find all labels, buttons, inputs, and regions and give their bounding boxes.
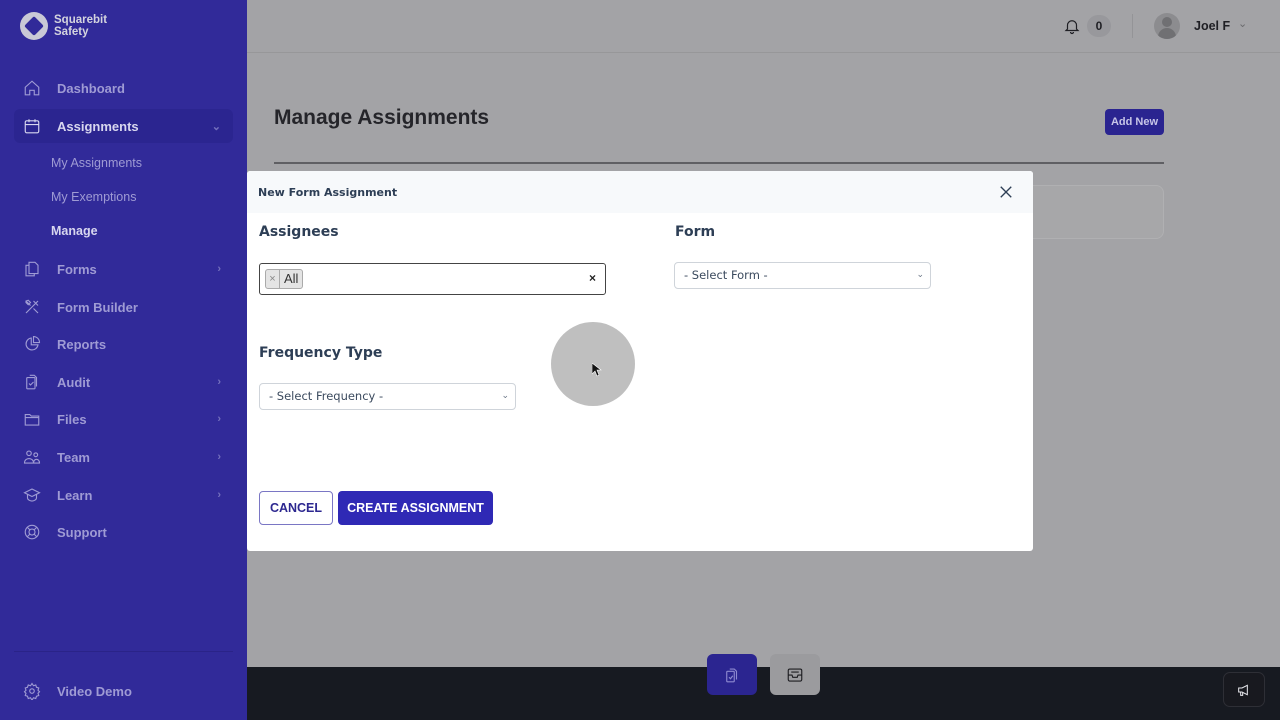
header-divider bbox=[1132, 14, 1133, 38]
chevron-down-icon: ⌄ bbox=[211, 120, 221, 133]
form-label: Form bbox=[675, 224, 716, 240]
sidebar-item-label: Form Builder bbox=[57, 299, 138, 315]
assignees-multiselect[interactable]: × All × bbox=[259, 263, 606, 295]
sidebar-item-assignments[interactable]: Assignments ⌄ bbox=[14, 109, 233, 143]
add-new-button[interactable]: Add New bbox=[1105, 109, 1164, 135]
sidebar-item-reports[interactable]: Reports bbox=[14, 327, 233, 361]
sidebar-subitem-my-exemptions[interactable]: My Exemptions bbox=[51, 190, 136, 204]
top-bar bbox=[247, 0, 1280, 53]
sidebar-item-forms[interactable]: Forms › bbox=[14, 252, 233, 286]
brand-name-line2: Safety bbox=[54, 26, 89, 38]
create-assignment-button[interactable]: CREATE ASSIGNMENT bbox=[338, 491, 493, 525]
frequency-select[interactable]: - Select Frequency - ⌄ bbox=[259, 383, 516, 410]
sidebar-item-learn[interactable]: Learn › bbox=[14, 478, 233, 512]
sidebar-item-label: Dashboard bbox=[57, 80, 125, 96]
gear-icon bbox=[22, 681, 42, 701]
sidebar-item-label: Team bbox=[57, 449, 90, 465]
notification-count-badge[interactable]: 0 bbox=[1087, 15, 1111, 37]
sidebar-item-label: Support bbox=[57, 524, 107, 540]
announcements-button[interactable] bbox=[1223, 672, 1265, 707]
tools-icon bbox=[22, 297, 42, 317]
assignments-shortcut-button[interactable] bbox=[707, 654, 757, 695]
chevron-right-icon: › bbox=[217, 376, 221, 388]
sidebar-subitem-my-assignments[interactable]: My Assignments bbox=[51, 156, 142, 170]
chip-label: All bbox=[284, 271, 299, 286]
pie-chart-icon bbox=[22, 334, 42, 354]
sidebar-item-label: Files bbox=[57, 411, 87, 427]
clipboard-check-icon bbox=[22, 372, 42, 392]
sidebar-item-audit[interactable]: Audit › bbox=[14, 365, 233, 399]
sidebar-item-label: Video Demo bbox=[57, 683, 132, 699]
assignees-label: Assignees bbox=[259, 224, 339, 240]
lifebuoy-icon bbox=[22, 522, 42, 542]
modal-header: New Form Assignment bbox=[247, 171, 1033, 213]
user-name[interactable]: Joel F bbox=[1194, 19, 1230, 33]
sidebar-item-team[interactable]: Team › bbox=[14, 440, 233, 474]
logo-icon bbox=[20, 12, 48, 40]
page-divider bbox=[274, 162, 1164, 164]
avatar[interactable] bbox=[1154, 13, 1180, 39]
assignee-chip: × All bbox=[265, 269, 304, 289]
graduation-cap-icon bbox=[22, 485, 42, 505]
clipboard-check-icon bbox=[726, 667, 738, 682]
chevron-down-icon: ⌄ bbox=[916, 270, 924, 280]
brand-logo[interactable]: Squarebit Safety bbox=[20, 12, 107, 40]
footer-bar bbox=[247, 667, 1280, 720]
clear-selection-icon[interactable]: × bbox=[589, 271, 596, 285]
chevron-right-icon: › bbox=[217, 451, 221, 463]
sidebar-item-label: Forms bbox=[57, 261, 97, 277]
chevron-down-icon: ⌄ bbox=[501, 391, 509, 401]
inbox-icon bbox=[787, 667, 803, 682]
documents-icon bbox=[22, 259, 42, 279]
calendar-icon bbox=[22, 116, 42, 136]
chevron-right-icon: › bbox=[217, 263, 221, 275]
mouse-cursor-icon bbox=[592, 363, 602, 377]
sidebar-divider bbox=[14, 651, 233, 652]
frequency-select-value: - Select Frequency - bbox=[269, 389, 384, 403]
bell-icon[interactable] bbox=[1063, 17, 1081, 35]
sidebar-item-label: Assignments bbox=[57, 118, 139, 134]
folder-icon bbox=[22, 409, 42, 429]
frequency-type-label: Frequency Type bbox=[259, 345, 383, 361]
sidebar: Squarebit Safety Dashboard Assignments ⌄… bbox=[0, 0, 247, 720]
inbox-shortcut-button[interactable] bbox=[770, 654, 820, 695]
cancel-button[interactable]: CANCEL bbox=[259, 491, 333, 525]
chevron-down-icon[interactable]: ⌄ bbox=[1238, 17, 1247, 30]
sidebar-subitem-manage[interactable]: Manage bbox=[51, 224, 98, 238]
new-form-assignment-modal: New Form Assignment Assignees × All × Fo… bbox=[247, 171, 1033, 551]
sidebar-item-dashboard[interactable]: Dashboard bbox=[14, 71, 233, 105]
sidebar-item-form-builder[interactable]: Form Builder bbox=[14, 290, 233, 324]
modal-title: New Form Assignment bbox=[258, 186, 398, 199]
sidebar-item-support[interactable]: Support bbox=[14, 515, 233, 549]
sidebar-item-label: Audit bbox=[57, 374, 91, 390]
close-icon[interactable] bbox=[997, 183, 1015, 201]
chip-remove-icon[interactable]: × bbox=[266, 270, 280, 288]
chevron-right-icon: › bbox=[217, 413, 221, 425]
megaphone-icon bbox=[1238, 684, 1248, 696]
form-select-value: - Select Form - bbox=[684, 268, 768, 282]
brand-name-line1: Squarebit bbox=[54, 14, 108, 26]
sidebar-item-label: Learn bbox=[57, 487, 93, 503]
home-icon bbox=[22, 78, 42, 98]
users-icon bbox=[22, 447, 42, 467]
form-select[interactable]: - Select Form - ⌄ bbox=[674, 262, 931, 289]
sidebar-item-files[interactable]: Files › bbox=[14, 402, 233, 436]
sidebar-item-video-demo[interactable]: Video Demo bbox=[14, 674, 233, 708]
sidebar-item-label: Reports bbox=[57, 336, 107, 352]
page-title: Manage Assignments bbox=[274, 106, 490, 129]
chevron-right-icon: › bbox=[217, 489, 221, 501]
